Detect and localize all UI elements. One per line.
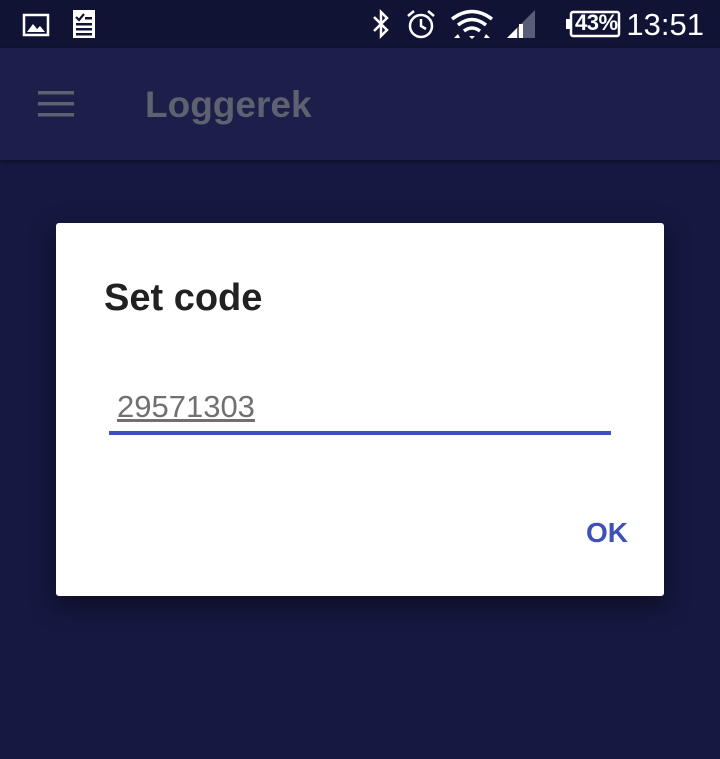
app-bar: Loggerek <box>0 48 720 160</box>
alarm-icon <box>407 10 435 39</box>
signal-icon <box>507 10 535 38</box>
wifi-icon <box>450 9 494 39</box>
set-code-dialog: Set code OK <box>56 223 664 596</box>
image-icon <box>22 13 50 37</box>
dialog-title: Set code <box>104 277 263 319</box>
screen: 43% 13:51 Loggerek Set code OK <box>0 0 720 759</box>
checklist-icon <box>73 10 95 38</box>
status-clock: 13:51 <box>626 7 704 42</box>
hamburger-menu-icon[interactable] <box>36 88 76 120</box>
battery-percent: 43% <box>575 10 618 35</box>
status-bar: 43% 13:51 <box>0 0 720 48</box>
ok-button[interactable]: OK <box>536 507 636 559</box>
code-input[interactable] <box>109 383 611 435</box>
app-title: Loggerek <box>145 84 312 125</box>
bluetooth-icon <box>373 8 389 40</box>
